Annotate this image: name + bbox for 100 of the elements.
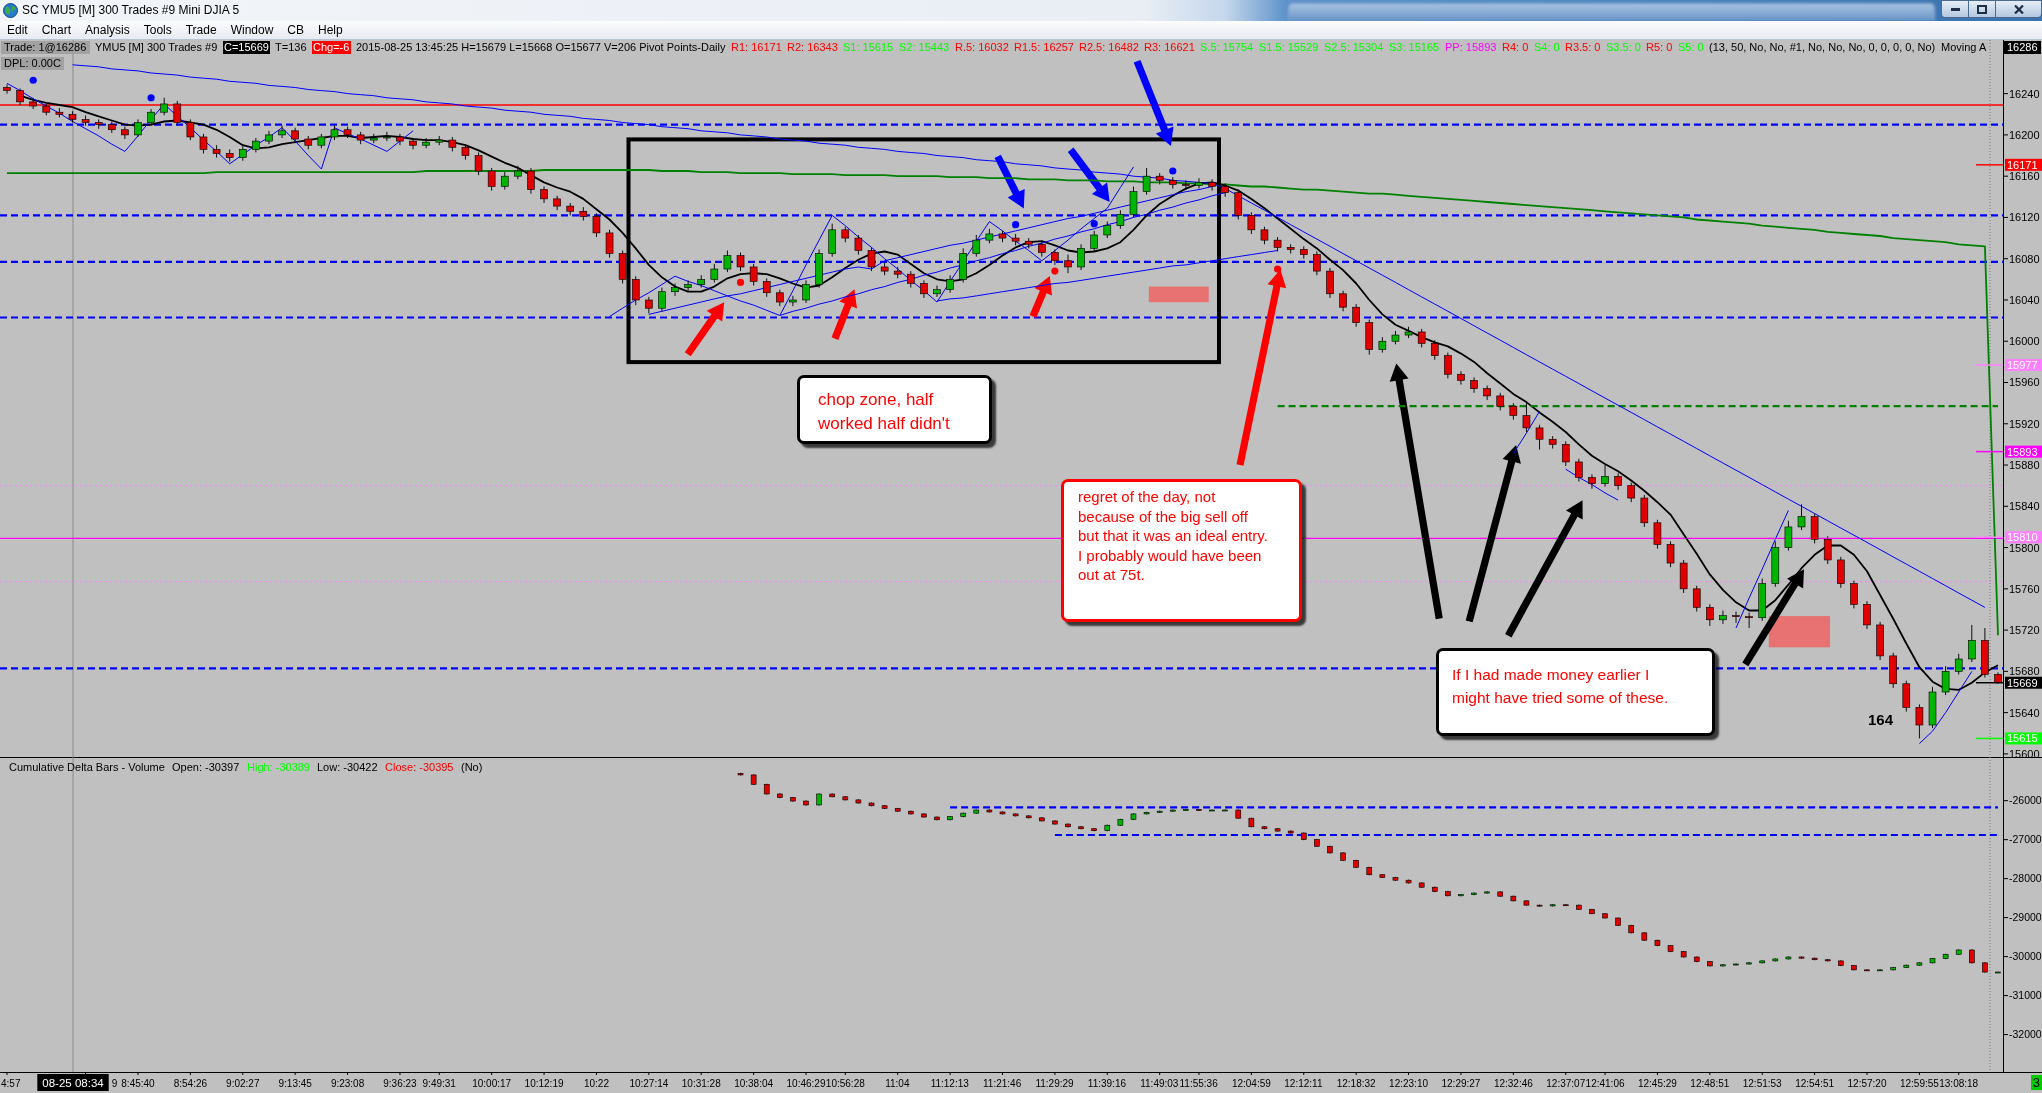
time-axis-label: 12:48:51 bbox=[1690, 1078, 1730, 1089]
time-axis-label: 12:51:53 bbox=[1742, 1078, 1782, 1089]
price-axis-label: 16240 bbox=[2009, 87, 2040, 100]
time-axis-label: 10:31:28 bbox=[681, 1078, 721, 1089]
ref-line-label: 15810 bbox=[2007, 531, 2038, 544]
chart-info-text: 2015-08-25 13:45:25 H=15679 L=15668 O=15677 V=206 Pivot Points-Daily bbox=[356, 41, 726, 54]
annotation-text: 164 bbox=[1868, 711, 1894, 728]
time-axis-label: 12:12:11 bbox=[1284, 1078, 1323, 1089]
pivot-level-text: R1.5: 16257 bbox=[1014, 41, 1074, 54]
time-axis-label: 11:29:29 bbox=[1035, 1078, 1074, 1089]
time-axis-label: 10:46:29 bbox=[786, 1078, 826, 1089]
pivot-level-text: S.5: 15754 bbox=[1200, 41, 1254, 54]
time-axis-label: 10:12:19 bbox=[524, 1078, 564, 1089]
price-axis-label: 15720 bbox=[2009, 624, 2040, 637]
dpl-readout: DPL: 0.00C bbox=[1, 57, 64, 70]
study-header-text: High: -30389 bbox=[247, 761, 310, 774]
ref-line-label: 15893 bbox=[2007, 445, 2038, 458]
delta-axis-label: -29000 bbox=[2009, 911, 2042, 924]
pivot-level-text: R1: 16171 bbox=[731, 41, 782, 54]
pivot-level-text: S2.5: 15304 bbox=[1324, 41, 1384, 54]
delta-axis-label: -26000 bbox=[2009, 794, 2042, 807]
change-readout: Chg=-6 bbox=[312, 41, 351, 54]
price-readout: C=15669 bbox=[223, 41, 270, 54]
chart-info-text: (13, 50, No, No, #1, No, No, No, 0, 0, 0, 0, No) bbox=[1709, 41, 1936, 54]
time-axis-label: 9:23:08 bbox=[330, 1078, 365, 1089]
time-axis-label: 11:12:13 bbox=[930, 1078, 969, 1089]
time-axis-label: 12:54:51 bbox=[1795, 1078, 1835, 1089]
time-axis-label: 11:39:16 bbox=[1087, 1078, 1126, 1089]
pivot-level-text: S1.5: 15529 bbox=[1259, 41, 1319, 54]
price-marker: 16286 bbox=[2004, 41, 2041, 54]
chart-info-text: Moving A bbox=[1941, 41, 1987, 54]
time-axis-label: 12:59:55 bbox=[1899, 1078, 1939, 1089]
delta-axis-label: -31000 bbox=[2009, 989, 2042, 1002]
time-axis-label: 9:13:45 bbox=[278, 1078, 312, 1089]
price-axis-label: 15600 bbox=[2009, 747, 2040, 757]
price-axis-label: 15800 bbox=[2009, 541, 2040, 554]
study-header-text: Low: -30422 bbox=[317, 761, 378, 774]
callout-note: regret of the day, not because of the big sell off but that it was an ideal entry. I probably would have been out at 75t. bbox=[1061, 479, 1302, 622]
time-axis-label: 12:32:46 bbox=[1493, 1078, 1533, 1089]
callout-note: If I had made money earlier I might have tried some of these. bbox=[1436, 648, 1715, 736]
chart-info-text: YMU5 [M] 300 Trades #9 bbox=[95, 41, 218, 54]
time-axis-label: 9:36:23 bbox=[383, 1078, 417, 1089]
delta-axis-label: -27000 bbox=[2009, 833, 2042, 846]
ref-line-label: 15669 bbox=[2007, 676, 2038, 689]
chart-info-text: T=136 bbox=[275, 41, 307, 54]
time-axis-label: 12:29:27 bbox=[1441, 1078, 1481, 1089]
study-header-text: Open: -30397 bbox=[172, 761, 240, 774]
time-axis-label: 11:21:46 bbox=[983, 1078, 1022, 1089]
window-title: SC YMU5 [M] 300 Trades #9 Mini DJIA 5 bbox=[22, 2, 240, 19]
pivot-level-text: S1: 15615 bbox=[843, 41, 894, 54]
status-indicator: 3 bbox=[2030, 1075, 2042, 1090]
pivot-level-text: S4: 0 bbox=[1534, 41, 1560, 54]
time-axis-label: 12:41:06 bbox=[1585, 1078, 1625, 1089]
ref-line-label: 15977 bbox=[2007, 358, 2038, 371]
time-axis-label: 10:22 bbox=[583, 1078, 609, 1089]
price-axis-label: 16000 bbox=[2009, 335, 2040, 348]
pivot-level-text: R.5: 16032 bbox=[955, 41, 1009, 54]
pivot-level-text: R2: 16343 bbox=[787, 41, 838, 54]
ref-line-label: 15615 bbox=[2007, 732, 2038, 745]
time-axis-label: 10:27:14 bbox=[629, 1078, 669, 1089]
pivot-level-text: R5: 0 bbox=[1646, 41, 1673, 54]
time-axis-label: 9:02:27 bbox=[226, 1078, 260, 1089]
price-axis-label: 16080 bbox=[2009, 252, 2040, 265]
price-axis-label: 15840 bbox=[2009, 500, 2040, 513]
time-axis-label: 11:55:36 bbox=[1179, 1078, 1218, 1089]
study-header-text: Cumulative Delta Bars - Volume bbox=[9, 761, 165, 774]
delta-axis-label: -30000 bbox=[2009, 950, 2042, 963]
time-axis-label: 12:45:29 bbox=[1637, 1078, 1677, 1089]
time-axis-label: 8:45:40 bbox=[121, 1078, 155, 1089]
time-axis-label: 9 bbox=[111, 1078, 118, 1089]
price-axis-label: 15760 bbox=[2009, 582, 2040, 595]
time-axis-label: 12:18:32 bbox=[1336, 1078, 1376, 1089]
price-axis-label: 15960 bbox=[2009, 376, 2040, 389]
delta-axis-label: -28000 bbox=[2009, 872, 2042, 885]
price-axis-label: 16040 bbox=[2009, 293, 2040, 306]
pivot-level-text: R3: 16621 bbox=[1144, 41, 1195, 54]
time-axis-label: 11:04 bbox=[885, 1078, 910, 1089]
trade-readout: Trade: 1@16286 bbox=[1, 41, 90, 54]
pivot-level-text: S2: 15443 bbox=[899, 41, 950, 54]
price-axis-label: 16160 bbox=[2009, 170, 2040, 183]
time-axis-label: 12:37:07 bbox=[1546, 1078, 1586, 1089]
pivot-level-text: S3.5: 0 bbox=[1606, 41, 1641, 54]
pivot-level-text: R4: 0 bbox=[1502, 41, 1529, 54]
callout-note: chop zone, half worked half didn't bbox=[797, 375, 992, 444]
time-axis-label: 4:57 bbox=[1, 1078, 21, 1089]
time-axis-label: 12:23:10 bbox=[1389, 1078, 1429, 1089]
pivot-level-text: S3: 15165 bbox=[1389, 41, 1440, 54]
study-header-text: (No) bbox=[461, 761, 483, 774]
time-axis-label: 10:00:17 bbox=[472, 1078, 512, 1089]
pivot-level-text: R2.5: 16482 bbox=[1079, 41, 1139, 54]
pivot-level-text: PP: 15893 bbox=[1445, 41, 1497, 54]
study-header-text: Close: -30395 bbox=[385, 761, 454, 774]
time-axis-label: 8:54:26 bbox=[173, 1078, 208, 1089]
time-axis-label: 12:04:59 bbox=[1231, 1078, 1271, 1089]
price-axis-label: 16120 bbox=[2009, 211, 2040, 224]
price-axis-label: 15640 bbox=[2009, 706, 2040, 719]
ref-line-label: 16171 bbox=[2007, 158, 2038, 171]
time-axis-label: 9:49:31 bbox=[422, 1078, 456, 1089]
time-axis-label: 11:49:03 bbox=[1140, 1078, 1179, 1089]
cursor-time-label: 08-25 08:34 bbox=[37, 1074, 109, 1091]
